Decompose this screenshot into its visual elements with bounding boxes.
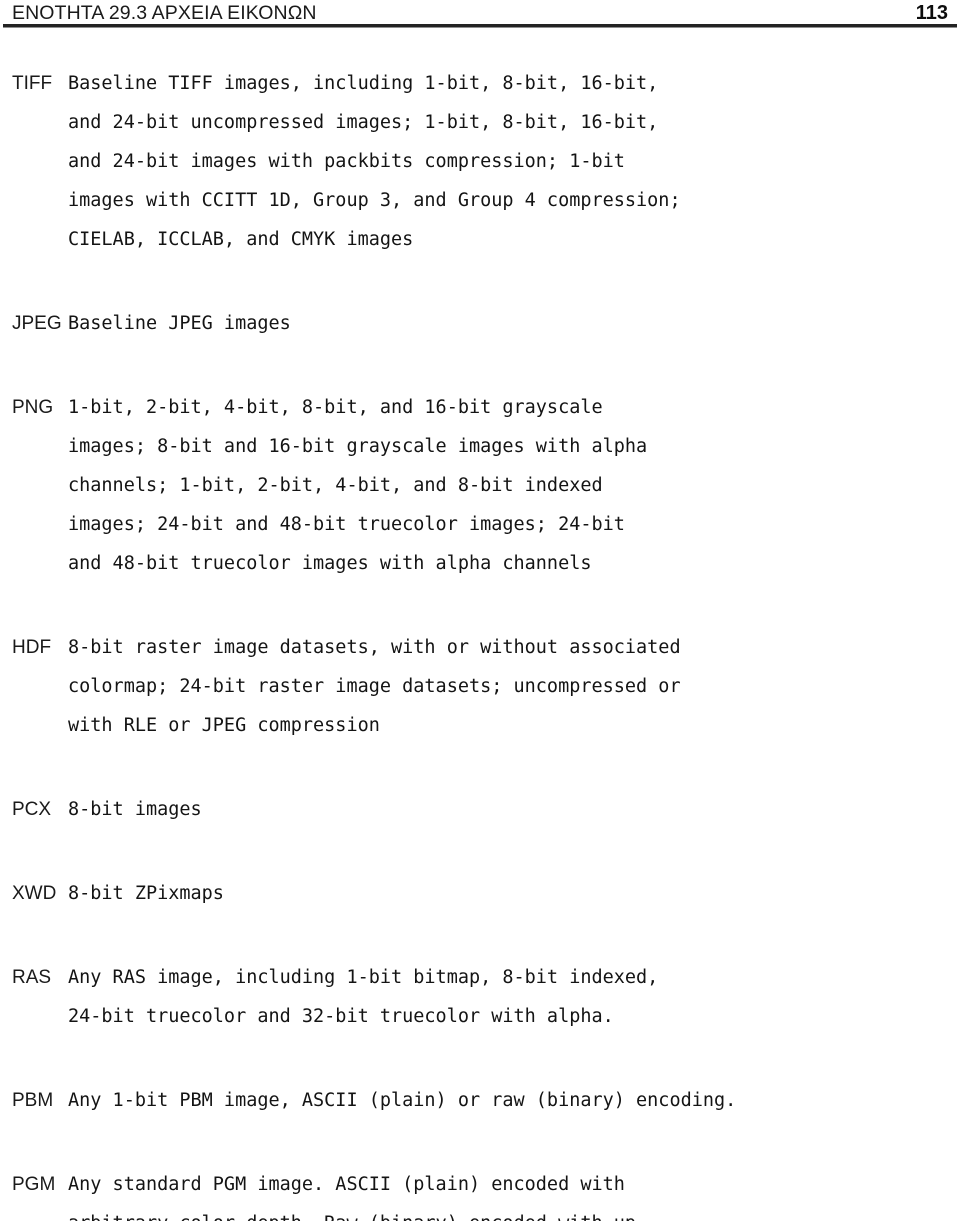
format-label-pgm: PGM xyxy=(12,1174,56,1195)
format-label-ras: RAS xyxy=(12,967,52,988)
format-label-tiff: TIFF xyxy=(12,73,53,94)
format-entry: XWD 8-bit ZPixmaps xyxy=(0,874,960,913)
format-description: 8-bit ZPixmaps xyxy=(68,883,224,904)
format-description: Any 1-bit PBM image, ASCII (plain) or ra… xyxy=(68,1090,737,1111)
format-entry: PNG 1-bit, 2-bit, 4-bit, 8-bit, and 16-bi… xyxy=(0,388,960,583)
format-label-pbm: PBM xyxy=(12,1090,54,1111)
format-description: Baseline TIFF images, including 1-bit, 8… xyxy=(68,73,681,250)
format-entry: PBM Any 1-bit PBM image, ASCII (plain) or… xyxy=(0,1081,960,1120)
page-number: 113 xyxy=(915,1,948,24)
format-entry: PCX 8-bit images xyxy=(0,790,960,829)
format-label-png: PNG xyxy=(12,397,54,418)
format-entry: RAS Any RAS image, including 1-bit bitmap… xyxy=(0,958,960,1036)
header-rule-hairline xyxy=(3,27,957,28)
format-label-hdf: HDF xyxy=(12,637,52,658)
document-page: ΕΝΟΤΗΤΑ 29.3 ΑΡΧΕΙΑ ΕΙΚΟΝΩΝ 113 TIFF Base… xyxy=(0,0,960,1221)
format-entry: TIFF Baseline TIFF images, including 1-bi… xyxy=(0,64,960,259)
format-description: 1-bit, 2-bit, 4-bit, 8-bit, and 16-bit g… xyxy=(68,397,648,574)
format-label-pcx: PCX xyxy=(12,799,52,820)
format-description: 8-bit images xyxy=(68,799,202,820)
running-head-title: ΕΝΟΤΗΤΑ 29.3 ΑΡΧΕΙΑ ΕΙΚΟΝΩΝ xyxy=(12,1,317,24)
running-head: ΕΝΟΤΗΤΑ 29.3 ΑΡΧΕΙΑ ΕΙΚΟΝΩΝ 113 xyxy=(0,0,960,26)
format-label-jpeg: JPEG xyxy=(12,313,62,334)
image-format-list: TIFF Baseline TIFF images, including 1-bi… xyxy=(0,64,960,1221)
format-description: Any RAS image, including 1-bit bitmap, 8… xyxy=(68,967,659,1027)
format-entry: PGM Any standard PGM image. ASCII (plain)… xyxy=(0,1165,960,1221)
format-description: 8-bit raster image datasets, with or wit… xyxy=(68,637,681,736)
format-entry: JPEG Baseline JPEG images xyxy=(0,304,960,343)
format-label-xwd: XWD xyxy=(12,883,57,904)
format-entry: HDF 8-bit raster image datasets, with or … xyxy=(0,628,960,745)
format-description: Baseline JPEG images xyxy=(68,313,291,334)
format-description: Any standard PGM image. ASCII (plain) en… xyxy=(68,1174,636,1221)
